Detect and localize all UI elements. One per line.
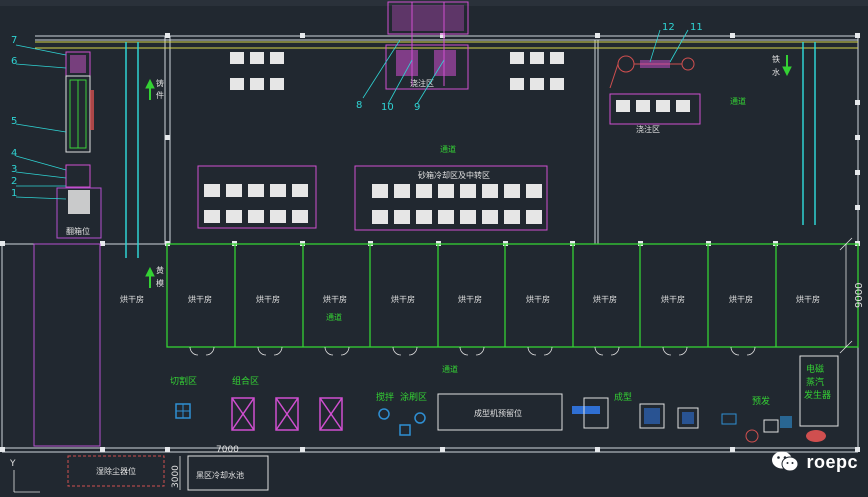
label-drying-3: 烘干房: [323, 294, 347, 304]
callout-8: 8: [356, 100, 362, 111]
label-drying-4: 烘干房: [391, 294, 415, 304]
label-drying-8: 烘干房: [661, 294, 685, 304]
assembly-frames: [231, 397, 343, 431]
cad-floor-plan: 铸 件 铁 水 黄 模 翻箱位 7 6 5 4 3 2 1 浇注区 8 10 9…: [0, 0, 868, 493]
label-steam-gen-1: 电磁: [806, 363, 824, 375]
preheat-equipment: [721, 413, 826, 443]
dimension-3000: 3000: [171, 465, 181, 488]
callout-5: 5: [11, 116, 17, 127]
mixer-coater: [378, 408, 426, 436]
cutting-machine: [175, 403, 191, 419]
ucs-axis-icon: [13, 470, 40, 493]
label-casting-left: 铸: [156, 78, 164, 88]
label-iron-water-2: 水: [772, 67, 780, 77]
label-drying-10: 烘干房: [796, 294, 820, 304]
label-dust: 湿除尘器位: [96, 466, 136, 476]
column-grid: [0, 33, 860, 452]
callout-2: 2: [11, 176, 17, 187]
label-drying-5: 烘干房: [458, 294, 482, 304]
label-drying-0: 烘干房: [120, 294, 144, 304]
dimension-right: [839, 237, 853, 354]
label-coating: 涂刷区: [400, 391, 427, 403]
label-preheat: 预发: [752, 395, 770, 407]
callout-3: 3: [11, 164, 17, 175]
label-channel-1: 通道: [730, 96, 746, 106]
cyan-rails: [125, 42, 816, 258]
shakeout-zone: [609, 29, 701, 125]
label-casting-left-2: 件: [156, 90, 164, 100]
watermark: roepc: [770, 449, 858, 475]
molding-machines: [572, 397, 699, 429]
label-iron-water: 铁: [772, 54, 780, 64]
left-equipment: [56, 51, 102, 239]
label-channel-2: 通道: [440, 144, 456, 154]
label-drying-6: 烘干房: [526, 294, 550, 304]
left-lower-zone: [33, 243, 101, 447]
label-drying-7: 烘干房: [593, 294, 617, 304]
callout-6: 6: [11, 56, 17, 67]
callout-4: 4: [11, 148, 17, 159]
callout-12: 12: [662, 22, 675, 33]
label-sand-left-2: 模: [156, 278, 164, 288]
label-mixing: 搅拌: [376, 391, 394, 403]
label-molding: 成型: [614, 391, 632, 403]
dimension-7000: 7000: [216, 445, 239, 455]
label-sand-left: 黄: [156, 265, 164, 275]
label-channel-4: 通道: [442, 364, 458, 374]
label-casting-pos: 翻箱位: [66, 226, 90, 236]
label-molding-reserve: 成型机预留位: [474, 408, 522, 418]
callout-9: 9: [414, 102, 420, 113]
label-drying-2: 烘干房: [256, 294, 280, 304]
callouts-left: [15, 44, 67, 200]
pouring-zone: [385, 1, 469, 90]
wechat-icon: [772, 451, 799, 472]
dimension-9000: 9000: [854, 283, 865, 308]
label-cooling-pool: 黑区冷却水池: [196, 470, 244, 480]
label-drying-1: 烘干房: [188, 294, 212, 304]
callout-7: 7: [11, 35, 17, 46]
callout-1: 1: [11, 188, 17, 199]
label-steam-gen-3: 发生器: [804, 389, 831, 401]
label-drying-9: 烘干房: [729, 294, 753, 304]
drying-room-doors: [189, 346, 756, 356]
label-pouring: 浇注区: [410, 78, 434, 88]
axis-label-y: Y: [9, 459, 16, 469]
callout-10: 10: [381, 102, 394, 113]
label-shakeout: 浇注区: [636, 124, 660, 134]
flask-area-left: [197, 165, 317, 229]
label-steam-gen-2: 蒸汽: [806, 376, 824, 388]
callout-11: 11: [690, 22, 703, 33]
label-sand-cooling: 砂箱冷却区及中转区: [418, 170, 490, 180]
watermark-label: roepc: [806, 451, 858, 472]
label-assembly: 组合区: [232, 375, 259, 387]
label-cutting: 切割区: [170, 375, 197, 387]
label-channel-3: 通道: [326, 312, 342, 322]
